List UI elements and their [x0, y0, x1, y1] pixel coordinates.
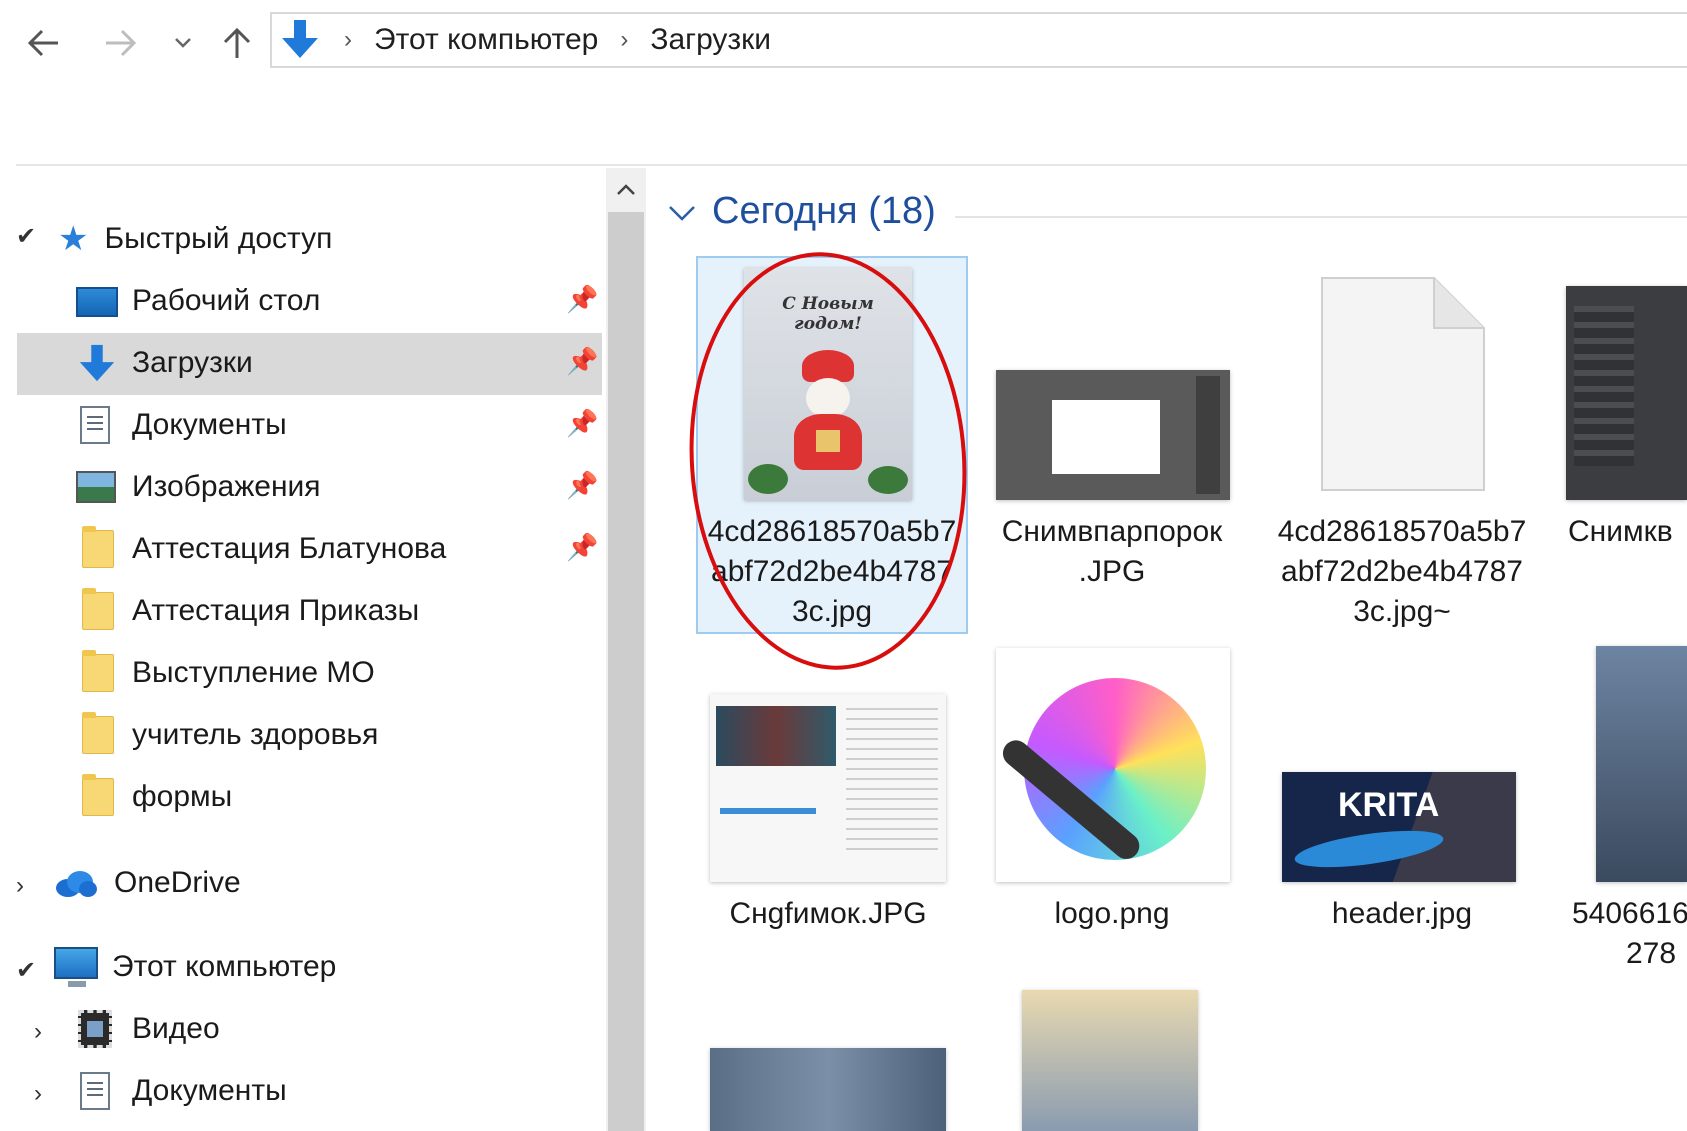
up-button[interactable] [212, 18, 262, 68]
film-icon [78, 1010, 112, 1048]
file-thumbnail[interactable] [1596, 646, 1687, 882]
recent-locations-button[interactable] [158, 18, 208, 68]
downloads-arrow-icon [79, 344, 115, 382]
breadcrumb-chevron-icon: › [344, 26, 352, 53]
documents-expand-icon[interactable]: › [34, 1080, 42, 1108]
nav-this-pc[interactable]: Этот компьютер [54, 937, 336, 997]
sidebar-preview [1196, 376, 1220, 494]
nav-item-folder[interactable]: Аттестация Приказы [76, 581, 419, 641]
nav-item-folder[interactable]: Аттестация Блатунова [76, 519, 446, 579]
forward-button[interactable] [96, 18, 146, 68]
file-name[interactable]: Снgfимок.JPG [700, 894, 956, 934]
pictures-icon [76, 471, 116, 503]
text-lines-preview [846, 708, 938, 858]
chevron-up-icon [617, 184, 635, 195]
breadcrumb-downloads[interactable]: Загрузки [650, 23, 771, 57]
nav-item-downloads[interactable]: Загрузки [76, 333, 253, 393]
file-thumbnail[interactable] [710, 694, 946, 882]
quick-access-expand-icon[interactable]: ✔ [16, 222, 36, 251]
scroll-up-button[interactable] [606, 172, 646, 208]
file-thumbnail[interactable]: KRITA [1282, 772, 1516, 882]
nav-label: Аттестация Приказы [132, 594, 420, 627]
file-thumbnail[interactable] [710, 1048, 946, 1131]
forward-arrow-icon [106, 29, 137, 57]
folder-icon [82, 588, 114, 630]
nav-label: Рабочий стол [132, 284, 321, 317]
nav-item-folder[interactable]: формы [76, 767, 232, 827]
folder-icon [82, 712, 114, 754]
pin-icon: 📌 [566, 284, 599, 314]
breadcrumb-chevron-icon: › [620, 26, 629, 53]
chevron-down-icon [175, 38, 191, 48]
group-header-today[interactable]: Сегодня (18) [712, 190, 936, 233]
folder-icon [82, 526, 114, 568]
back-button[interactable] [18, 18, 68, 68]
address-bar[interactable]: › Этот компьютер › Загрузки [270, 12, 1687, 68]
folder-icon [82, 774, 114, 816]
file-name[interactable]: 5406616 278 [1572, 894, 1687, 974]
blue-swoosh [1292, 823, 1446, 875]
file-name[interactable]: 4cd28618570a5b7 abf72d2be4b4787 3c.jpg~ [1266, 512, 1538, 632]
nav-label: Быстрый доступ [104, 222, 333, 255]
canvas-preview [1052, 400, 1160, 474]
file-name[interactable]: Снимвпарпорок .JPG [980, 512, 1244, 592]
onedrive-expand-icon[interactable]: › [16, 872, 24, 900]
blue-bar-preview [720, 808, 816, 814]
breadcrumb-this-pc[interactable]: Этот компьютер [374, 23, 598, 57]
nav-label: Изображения [132, 470, 321, 503]
cloud-icon [56, 871, 97, 897]
nav-label: учитель здоровья [132, 718, 379, 751]
pin-icon: 📌 [566, 346, 599, 376]
group-collapse-icon[interactable] [668, 198, 696, 229]
computer-icon [54, 947, 98, 987]
document-icon [80, 1072, 110, 1110]
blank-file-icon[interactable] [1320, 276, 1486, 492]
nav-item-folder[interactable]: Выступление МО [76, 643, 375, 703]
group-header-line [955, 216, 1687, 218]
back-arrow-icon [27, 29, 58, 57]
star-icon: ★ [58, 220, 89, 258]
pin-icon: 📌 [566, 408, 599, 438]
image-strip-preview [716, 706, 836, 766]
nav-label: Документы [132, 1074, 287, 1107]
video-expand-icon[interactable]: › [34, 1018, 42, 1046]
nav-label: Видео [132, 1012, 220, 1045]
document-icon [80, 406, 110, 444]
nav-label: Аттестация Блатунова [132, 532, 447, 565]
sidebar-preview [1574, 306, 1634, 466]
desktop-icon [76, 287, 118, 317]
krita-banner-text: KRITA [1338, 786, 1440, 824]
file-name[interactable]: header.jpg [1266, 894, 1538, 934]
pin-icon: 📌 [566, 532, 599, 562]
nav-quick-access[interactable]: ★ Быстрый доступ [58, 209, 332, 269]
file-thumbnail[interactable] [1022, 990, 1198, 1131]
nav-label: Загрузки [132, 346, 253, 379]
nav-label: Документы [132, 408, 287, 441]
nav-item-folder[interactable]: учитель здоровья [76, 705, 378, 765]
ribbon-divider [16, 164, 1687, 166]
file-thumbnail[interactable] [996, 648, 1230, 882]
file-name[interactable]: logo.png [980, 894, 1244, 934]
folder-icon [82, 650, 114, 692]
nav-onedrive[interactable]: OneDrive [54, 853, 241, 913]
this-pc-expand-icon[interactable]: ✔ [16, 956, 36, 985]
file-thumbnail[interactable] [1566, 286, 1687, 500]
file-name[interactable]: Снимкв [1568, 512, 1687, 552]
downloads-location-icon [278, 18, 322, 62]
nav-item-documents[interactable]: Документы [76, 395, 287, 455]
nav-scrollbar-thumb[interactable] [608, 212, 644, 1131]
up-arrow-icon [223, 27, 251, 58]
nav-item-desktop[interactable]: Рабочий стол [76, 271, 320, 331]
nav-label: Выступление МО [132, 656, 375, 689]
nav-label: Этот компьютер [112, 950, 337, 983]
nav-label: формы [132, 780, 233, 813]
pin-icon: 📌 [566, 470, 599, 500]
nav-item-pictures[interactable]: Изображения [76, 457, 321, 517]
nav-item-video[interactable]: Видео [76, 999, 220, 1059]
file-thumbnail[interactable] [996, 370, 1230, 500]
nav-item-pc-documents[interactable]: Документы [76, 1061, 287, 1121]
nav-label: OneDrive [114, 866, 241, 899]
